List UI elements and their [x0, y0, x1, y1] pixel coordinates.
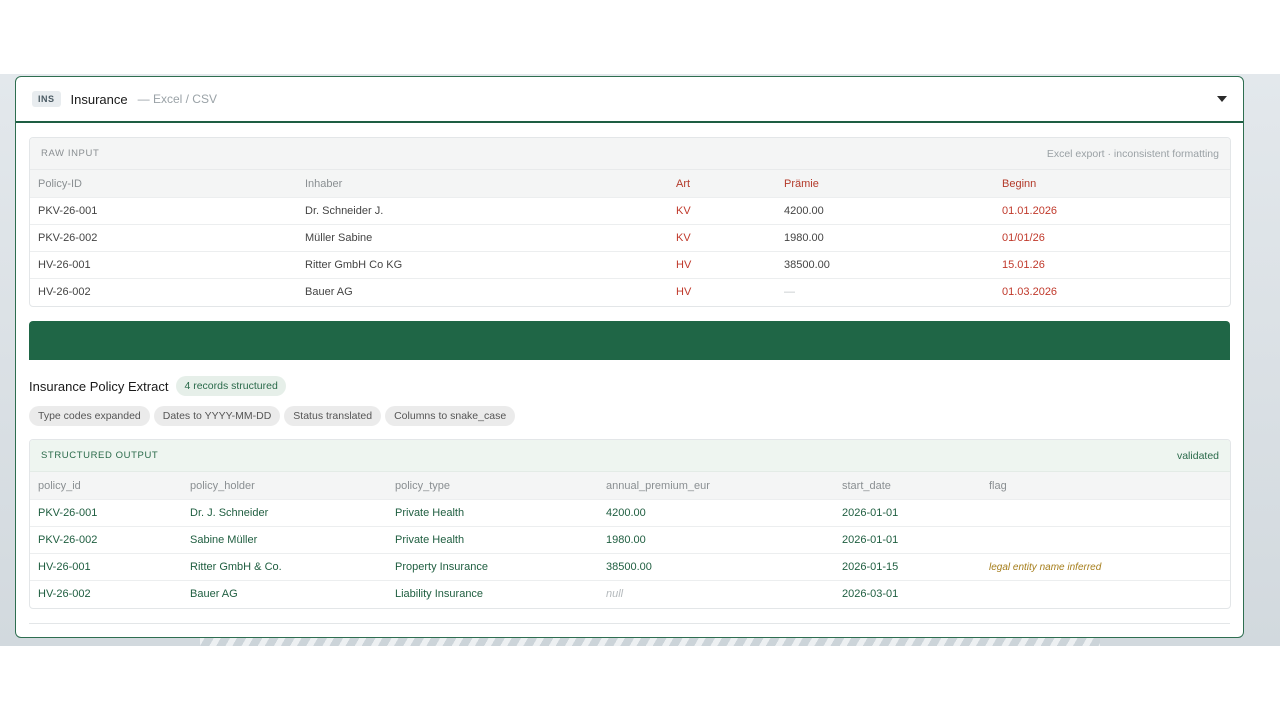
chip-status: Status translated	[284, 406, 382, 426]
table-row: PKV-26-002 Müller Sabine KV 1980.00 01/0…	[30, 224, 1230, 252]
raw-input-label: RAW INPUT	[41, 148, 100, 159]
extract-heading: Insurance Policy Extract 4 records struc…	[29, 376, 286, 396]
out-col-flag: flag	[981, 471, 1230, 500]
out-cell: Private Health	[387, 499, 598, 527]
raw-col-beginn: Beginn	[994, 169, 1230, 198]
out-cell: Bauer AG	[182, 580, 387, 608]
raw-input-header: RAW INPUT Excel export · inconsistent fo…	[30, 138, 1230, 169]
raw-input-table: Policy-ID Inhaber Art Prämie Beginn PKV-…	[30, 169, 1230, 306]
out-col-policy-holder: policy_holder	[182, 471, 387, 500]
out-cell	[981, 499, 1230, 527]
raw-cell: PKV-26-002	[30, 224, 297, 252]
out-cell: Ritter GmbH & Co.	[182, 553, 387, 581]
out-cell: null	[598, 580, 834, 608]
raw-col-inhaber: Inhaber	[297, 169, 668, 198]
card-header[interactable]: INS Insurance — Excel / CSV	[16, 77, 1243, 123]
raw-cell: HV	[668, 251, 776, 279]
structured-output-header: STRUCTURED OUTPUT validated	[30, 440, 1230, 471]
raw-cell: Müller Sabine	[297, 224, 668, 252]
out-cell: PKV-26-001	[30, 499, 182, 527]
out-col-policy-type: policy_type	[387, 471, 598, 500]
out-cell: 2026-01-01	[834, 526, 981, 554]
card-subtitle: — Excel / CSV	[137, 92, 217, 106]
out-cell: 4200.00	[598, 499, 834, 527]
out-col-start-date: start_date	[834, 471, 981, 500]
structured-output-panel: STRUCTURED OUTPUT validated policy_id po…	[29, 439, 1231, 609]
card-title: Insurance	[70, 91, 128, 107]
out-cell: Property Insurance	[387, 553, 598, 581]
raw-cell: HV-26-002	[30, 278, 297, 306]
out-cell: Private Health	[387, 526, 598, 554]
out-cell: Dr. J. Schneider	[182, 499, 387, 527]
raw-cell: 01.03.2026	[994, 278, 1230, 306]
raw-input-note: Excel export · inconsistent formatting	[1046, 147, 1219, 160]
raw-cell: 01.01.2026	[994, 197, 1230, 225]
raw-cell: KV	[668, 197, 776, 225]
type-badge: INS	[32, 91, 61, 107]
transform-progress-bar	[29, 321, 1230, 360]
raw-cell: 38500.00	[776, 251, 994, 279]
validated-status: validated	[1176, 449, 1219, 462]
out-cell	[981, 580, 1230, 608]
raw-cell: PKV-26-001	[30, 197, 297, 225]
raw-input-panel: RAW INPUT Excel export · inconsistent fo…	[29, 137, 1231, 307]
table-row: HV-26-002 Bauer AG HV — 01.03.2026	[30, 278, 1230, 306]
out-cell: Liability Insurance	[387, 580, 598, 608]
insurance-card: INS Insurance — Excel / CSV RAW INPUT Ex…	[15, 76, 1244, 638]
chip-columns: Columns to snake_case	[385, 406, 516, 426]
out-cell: 2026-03-01	[834, 580, 981, 608]
table-row: HV-26-002 Bauer AG Liability Insurance n…	[30, 580, 1230, 608]
raw-cell: 01/01/26	[994, 224, 1230, 252]
out-cell: Sabine Müller	[182, 526, 387, 554]
divider	[29, 623, 1230, 624]
out-cell: legal entity name inferred	[981, 553, 1230, 581]
transform-chips: Type codes expanded Dates to YYYY-MM-DD …	[29, 406, 516, 426]
extract-title: Insurance Policy Extract	[29, 378, 169, 394]
out-cell: 1980.00	[598, 526, 834, 554]
out-cell: 2026-01-01	[834, 499, 981, 527]
raw-cell: KV	[668, 224, 776, 252]
records-count-badge: 4 records structured	[176, 376, 286, 396]
raw-cell: 4200.00	[776, 197, 994, 225]
raw-col-art: Art	[668, 169, 776, 198]
out-cell: HV-26-002	[30, 580, 182, 608]
raw-col-praemie: Prämie	[776, 169, 994, 198]
raw-cell: —	[776, 278, 994, 306]
raw-cell: Dr. Schneider J.	[297, 197, 668, 225]
raw-cell: 15.01.26	[994, 251, 1230, 279]
chip-type-codes: Type codes expanded	[29, 406, 150, 426]
raw-cell: Ritter GmbH Co KG	[297, 251, 668, 279]
chip-dates: Dates to YYYY-MM-DD	[153, 406, 281, 426]
table-row: HV-26-001 Ritter GmbH Co KG HV 38500.00 …	[30, 251, 1230, 279]
raw-col-policy-id: Policy-ID	[30, 169, 297, 198]
table-row: HV-26-001 Ritter GmbH & Co. Property Ins…	[30, 553, 1230, 581]
out-cell: 2026-01-15	[834, 553, 981, 581]
raw-cell: HV-26-001	[30, 251, 297, 279]
structured-output-label: STRUCTURED OUTPUT	[41, 450, 159, 461]
table-row: PKV-26-002 Sabine Müller Private Health …	[30, 526, 1230, 554]
table-row: PKV-26-001 Dr. Schneider J. KV 4200.00 0…	[30, 197, 1230, 225]
out-cell: HV-26-001	[30, 553, 182, 581]
raw-cell: Bauer AG	[297, 278, 668, 306]
out-cell	[981, 526, 1230, 554]
out-col-annual-premium: annual_premium_eur	[598, 471, 834, 500]
chevron-down-icon[interactable]	[1217, 96, 1227, 102]
out-cell: 38500.00	[598, 553, 834, 581]
structured-output-table: policy_id policy_holder policy_type annu…	[30, 471, 1230, 608]
raw-cell: 1980.00	[776, 224, 994, 252]
raw-cell: HV	[668, 278, 776, 306]
out-col-policy-id: policy_id	[30, 471, 182, 500]
out-cell: PKV-26-002	[30, 526, 182, 554]
table-row: PKV-26-001 Dr. J. Schneider Private Heal…	[30, 499, 1230, 527]
